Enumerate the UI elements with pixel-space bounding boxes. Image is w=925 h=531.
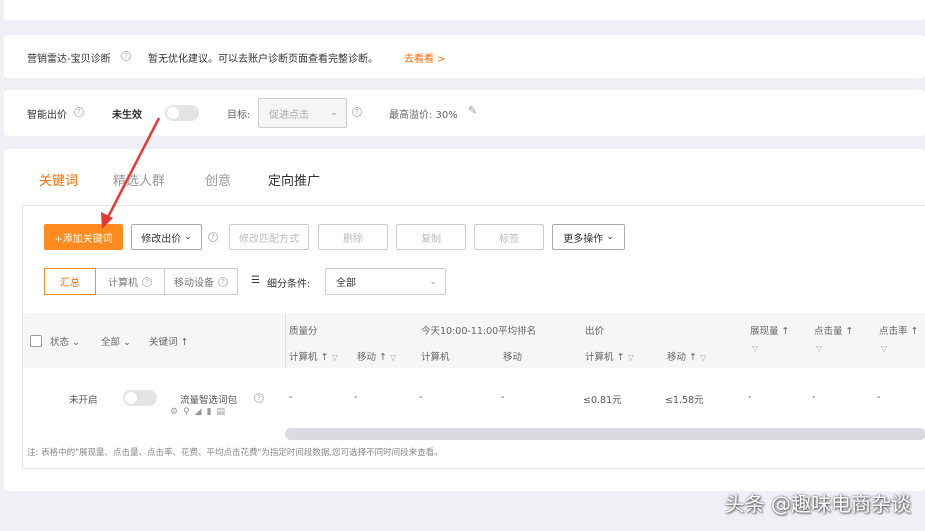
- segment-summary[interactable]: 汇总: [44, 268, 96, 295]
- annotation-arrow-icon: [101, 117, 161, 229]
- watermark: 头条 @趣味电商杂谈: [724, 492, 911, 516]
